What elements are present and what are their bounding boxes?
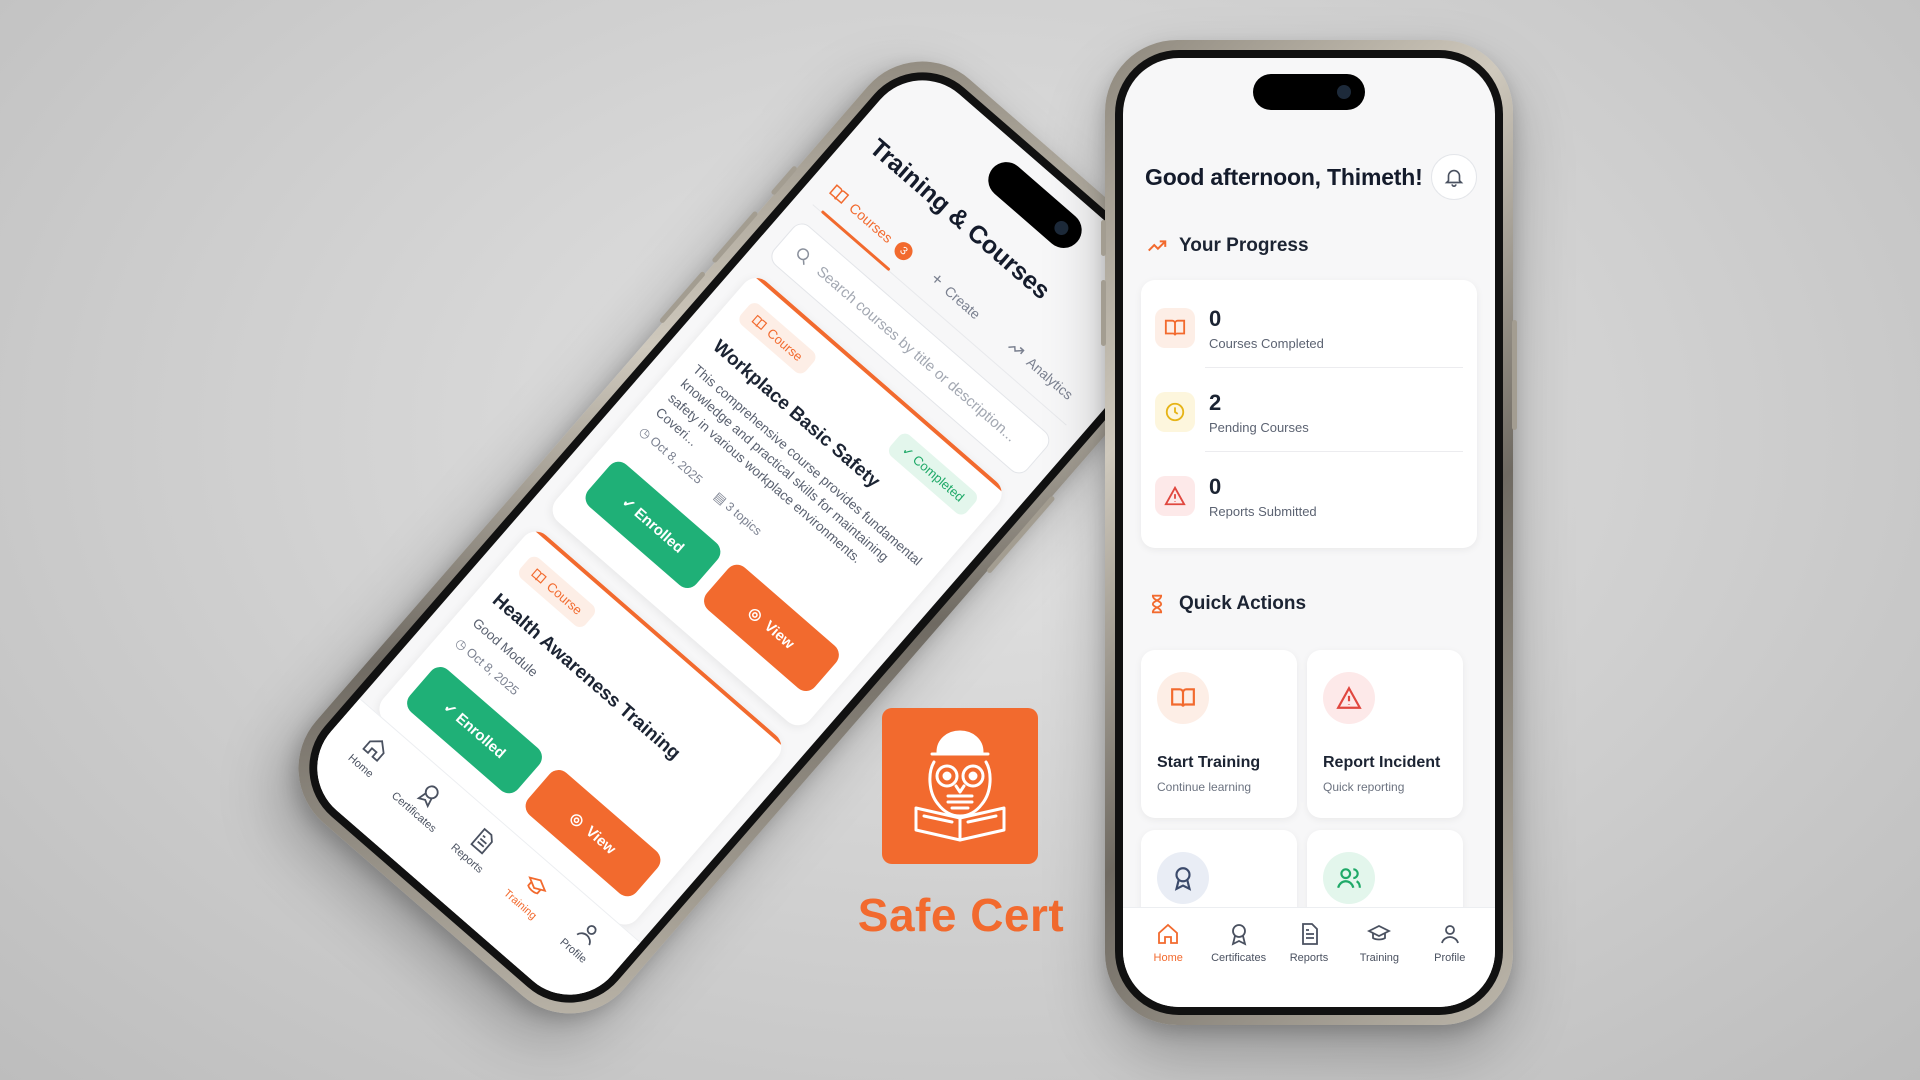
tab-certificates-label: Certificates <box>1211 952 1267 964</box>
document-icon <box>470 827 493 855</box>
quick-action-title: Report Incident <box>1323 754 1441 771</box>
tab-profile-label: Profile <box>1434 952 1466 964</box>
clock-icon <box>1155 392 1195 432</box>
progress-card: 0 Courses Completed 2 Pending Courses 0 … <box>1141 280 1477 548</box>
tab-create-label: Create <box>941 282 985 322</box>
bell-icon <box>1444 169 1464 187</box>
owl-logo-icon <box>914 730 1006 842</box>
quick-action-title: Start Training <box>1157 754 1261 771</box>
app-logo <box>882 708 1038 864</box>
eye-icon: ◎ <box>744 603 766 626</box>
tab-training[interactable]: Training <box>1348 922 1410 1007</box>
dynamic-island <box>1253 74 1365 110</box>
bottom-tab-bar: Home Certificates Reports Training Profi… <box>1123 907 1495 1007</box>
search-icon <box>797 248 810 265</box>
book-icon <box>531 567 548 584</box>
trending-up-icon <box>1148 240 1167 252</box>
hourglass-icon <box>1151 594 1163 614</box>
user-icon <box>1440 925 1459 944</box>
warning-icon <box>1323 672 1375 724</box>
stage: Training & Courses Courses 3 + Create An… <box>0 0 1920 1080</box>
view-button-label: View <box>582 822 620 858</box>
document-icon <box>1302 923 1318 945</box>
award-icon <box>1157 852 1209 904</box>
graduation-cap-icon <box>527 876 547 895</box>
greeting: Good afternoon, Thimeth! <box>1145 164 1423 190</box>
trending-up-icon <box>1008 345 1025 354</box>
tab-reports-label: Reports <box>1289 952 1329 964</box>
user-icon <box>576 924 597 946</box>
stat-courses-completed: 0 Courses Completed <box>1141 288 1477 368</box>
quick-action-report-incident[interactable]: Report Incident Quick reporting <box>1307 650 1463 818</box>
notifications-button[interactable] <box>1431 154 1477 200</box>
training-screen: Training & Courses Courses 3 + Create An… <box>294 57 1198 1018</box>
plus-icon: + <box>926 268 948 291</box>
tab-certificates[interactable]: Certificates <box>1208 922 1270 1007</box>
book-icon <box>751 314 768 330</box>
home-screen: Good afternoon, Thimeth! Your Progress 0… <box>1123 58 1495 1007</box>
status-badge: ✓ Completed <box>885 430 981 518</box>
home-icon <box>1158 923 1179 944</box>
brand-name: Safe Cert <box>857 889 1065 941</box>
graduation-cap-icon <box>1367 924 1392 941</box>
book-icon <box>829 183 850 204</box>
view-button[interactable]: ◎ View <box>699 559 844 696</box>
tab-analytics-label: Analytics <box>1023 353 1077 403</box>
quick-action-subtitle: Continue learning <box>1157 780 1252 794</box>
stat-value: 2 <box>1209 389 1222 415</box>
stat-label: Reports Submitted <box>1209 503 1317 519</box>
eye-icon: ◎ <box>566 809 588 831</box>
quick-action-subtitle: Quick reporting <box>1323 780 1405 794</box>
book-icon <box>1157 672 1209 724</box>
stat-reports-submitted: 0 Reports Submitted <box>1141 456 1477 536</box>
tab-training-label: Training <box>1359 952 1400 964</box>
course-type-label: Course <box>543 578 586 618</box>
quick-action-start-training[interactable]: Start Training Continue learning <box>1141 650 1297 818</box>
progress-section-title: Your Progress <box>1145 234 1309 258</box>
tab-home[interactable]: Home <box>1137 922 1199 1007</box>
stat-value: 0 <box>1209 473 1222 499</box>
home-phone: Good afternoon, Thimeth! Your Progress 0… <box>1101 40 1517 1025</box>
quick-actions-section-title: Quick Actions <box>1145 592 1306 616</box>
users-icon <box>1323 852 1375 904</box>
award-icon <box>1231 924 1246 946</box>
stat-label: Pending Courses <box>1209 419 1309 435</box>
stat-label: Courses Completed <box>1209 335 1324 351</box>
warning-icon <box>1155 476 1195 516</box>
tab-profile[interactable]: Profile <box>1419 922 1481 1007</box>
tab-reports[interactable]: Reports <box>1278 922 1340 1007</box>
award-icon <box>416 785 439 808</box>
home-icon <box>362 740 385 763</box>
training-phone: Training & Courses Courses 3 + Create An… <box>268 31 1224 1044</box>
tab-home-label: Home <box>1153 952 1183 964</box>
quick-actions-title: Quick Actions <box>1179 593 1307 614</box>
stat-value: 0 <box>1209 305 1222 331</box>
progress-title: Your Progress <box>1179 235 1309 256</box>
stat-pending-courses: 2 Pending Courses <box>1141 372 1477 452</box>
view-button-label: View <box>761 617 798 653</box>
book-icon <box>1155 308 1195 348</box>
course-type-label: Course <box>764 325 806 365</box>
tab-courses-label: Courses <box>846 199 897 246</box>
home-header: Good afternoon, Thimeth! <box>1141 146 1477 206</box>
